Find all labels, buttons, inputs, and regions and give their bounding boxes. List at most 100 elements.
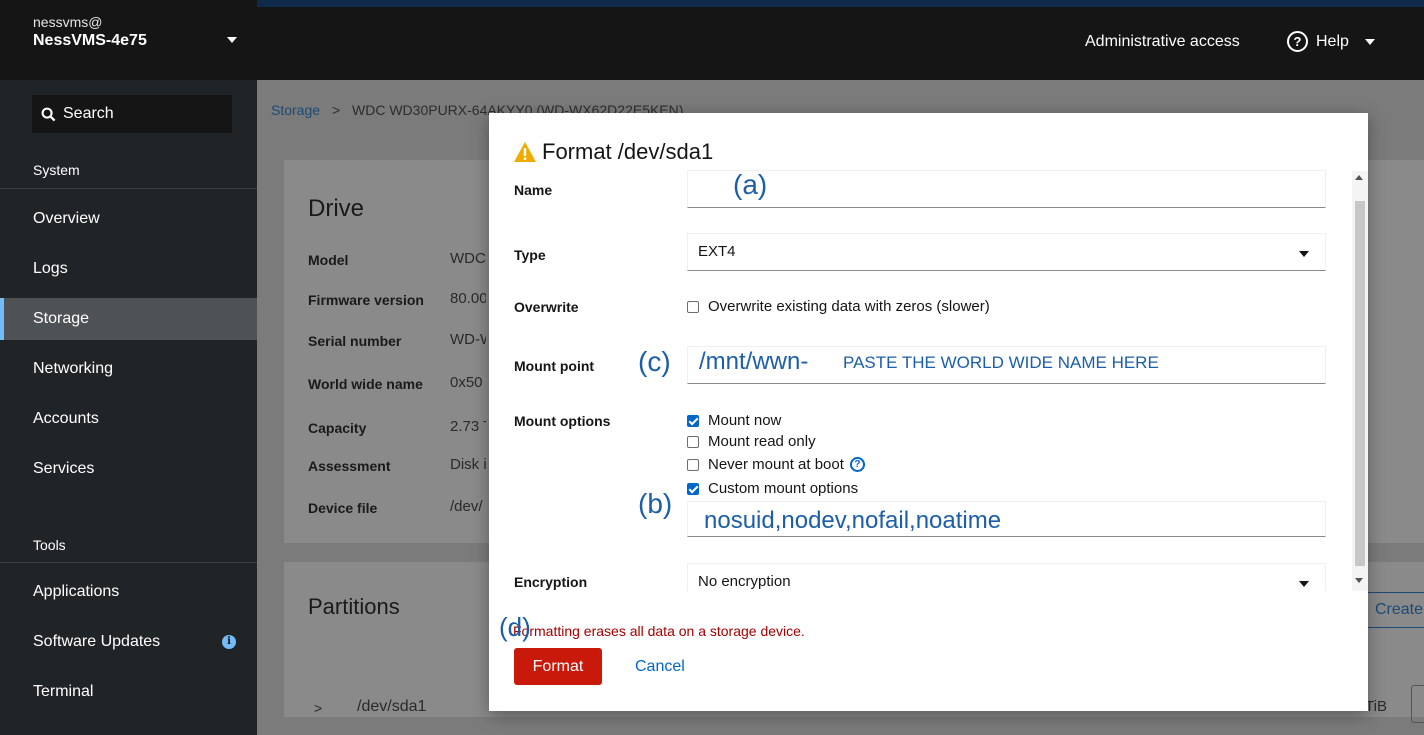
nav-section-system: System xyxy=(33,162,80,178)
scroll-up-icon[interactable] xyxy=(1355,175,1363,180)
never-mount-checkbox[interactable]: Never mount at boot ? xyxy=(687,456,865,473)
sidebar-item-label: Logs xyxy=(33,260,68,277)
mount-point-label: Mount point xyxy=(514,358,595,374)
type-value: EXT4 xyxy=(698,243,736,260)
name-input[interactable] xyxy=(687,170,1326,208)
sidebar-item-software-updates[interactable]: Software Updates i xyxy=(0,621,257,663)
checkbox-icon xyxy=(687,300,699,313)
drive-value: WD-W xyxy=(450,331,486,348)
custom-options-input[interactable]: nosuid,nodev,nofail,noatime xyxy=(687,501,1326,537)
chevron-down-icon xyxy=(227,37,237,43)
help-label: Help xyxy=(1316,32,1349,50)
create-partition-button[interactable]: Create xyxy=(1364,592,1424,628)
partitions-title: Partitions xyxy=(308,594,400,619)
mount-now-text: Mount now xyxy=(708,412,782,429)
sidebar-item-applications[interactable]: Applications xyxy=(0,571,257,613)
drive-value: /dev/ xyxy=(450,498,483,515)
mount-readonly-checkbox[interactable]: Mount read only xyxy=(687,433,816,450)
help-icon[interactable]: ? xyxy=(849,457,865,472)
sidebar-item-overview[interactable]: Overview xyxy=(0,198,257,240)
drive-key: Model xyxy=(308,252,349,268)
checkbox-checked-icon xyxy=(687,482,699,495)
search-label: Search xyxy=(63,105,114,122)
drive-value: 0x50 xyxy=(450,374,483,391)
chevron-down-icon xyxy=(1299,251,1309,257)
search-icon xyxy=(41,107,56,121)
mount-now-checkbox[interactable]: Mount now xyxy=(687,412,781,429)
sidebar-item-label: Applications xyxy=(33,583,120,600)
breadcrumb-separator: > xyxy=(331,102,341,118)
nav-divider xyxy=(0,562,257,563)
host-switcher[interactable]: nessvms@ NessVMS-4e75 xyxy=(0,0,257,80)
nav-divider xyxy=(0,188,257,189)
chevron-down-icon xyxy=(1299,581,1309,587)
annotation-b: (b) xyxy=(638,488,673,519)
help-menu[interactable]: ? Help xyxy=(1287,31,1375,52)
type-label: Type xyxy=(514,247,546,263)
drive-title: Drive xyxy=(308,195,365,222)
encryption-select[interactable]: No encryption xyxy=(687,563,1326,591)
breadcrumb-storage-link[interactable]: Storage xyxy=(271,102,320,118)
custom-options-text: Custom mount options xyxy=(708,480,859,497)
drive-key: Assessment xyxy=(308,458,391,474)
warning-icon xyxy=(514,142,536,162)
checkbox-checked-icon xyxy=(687,414,699,427)
masthead: Administrative access ? Help xyxy=(257,0,1424,80)
scroll-down-icon[interactable] xyxy=(1355,578,1363,583)
format-button[interactable]: Format xyxy=(514,648,602,685)
partition-menu-button[interactable] xyxy=(1411,685,1424,723)
host-user: nessvms@ xyxy=(33,14,103,30)
sidebar-item-label: Services xyxy=(33,460,95,477)
sidebar-item-label: Overview xyxy=(33,210,100,227)
host-name: NessVMS-4e75 xyxy=(33,32,147,49)
annotation-c: (c) xyxy=(638,346,671,377)
sidebar-item-accounts[interactable]: Accounts xyxy=(0,398,257,440)
cancel-button[interactable]: Cancel xyxy=(635,658,685,676)
chevron-right-icon[interactable]: > xyxy=(314,700,322,716)
help-icon: ? xyxy=(1287,31,1308,52)
encryption-label: Encryption xyxy=(514,574,588,590)
drive-key: Capacity xyxy=(308,420,367,436)
partition-size: TiB xyxy=(1365,698,1387,715)
mount-point-hint: PASTE THE WORLD WIDE NAME HERE xyxy=(843,353,1159,372)
name-label: Name xyxy=(514,182,553,198)
drive-value: 80.00 xyxy=(450,290,486,307)
checkbox-icon xyxy=(687,435,699,448)
admin-access-button[interactable]: Administrative access xyxy=(1085,33,1240,51)
custom-options-value: nosuid,nodev,nofail,noatime xyxy=(704,507,1002,534)
annotation-d: (d) xyxy=(499,612,531,642)
sidebar-item-storage[interactable]: Storage xyxy=(0,298,257,340)
encryption-value: No encryption xyxy=(698,573,791,590)
sidebar-item-label: Accounts xyxy=(33,410,99,427)
drive-value: WDC xyxy=(450,250,486,267)
drive-key: Firmware version xyxy=(308,292,424,308)
sidebar: nessvms@ NessVMS-4e75 Search System Over… xyxy=(0,0,257,735)
custom-options-checkbox[interactable]: Custom mount options xyxy=(687,480,858,497)
mount-point-input[interactable]: /mnt/wwn- PASTE THE WORLD WIDE NAME HERE xyxy=(687,346,1326,384)
type-select[interactable]: EXT4 xyxy=(687,233,1326,271)
dialog-title: Format /dev/sda1 xyxy=(513,139,713,165)
scrollbar-thumb[interactable] xyxy=(1355,201,1365,566)
sidebar-item-terminal[interactable]: Terminal xyxy=(0,671,257,713)
format-warning: Formatting erases all data on a storage … xyxy=(513,623,805,639)
checkbox-icon xyxy=(687,458,699,471)
mount-point-value: /mnt/wwn- xyxy=(699,348,809,375)
overwrite-checkbox[interactable]: Overwrite existing data with zeros (slow… xyxy=(687,298,990,315)
annotation-a: (a) xyxy=(733,169,768,200)
sidebar-item-label: Software Updates xyxy=(33,633,161,650)
drive-key: Serial number xyxy=(308,333,402,349)
drive-value: 2.73 T xyxy=(450,418,486,435)
partition-row-name: /dev/sda1 xyxy=(357,698,427,715)
info-icon: i xyxy=(222,635,236,649)
sidebar-item-networking[interactable]: Networking xyxy=(0,348,257,390)
overwrite-label: Overwrite xyxy=(514,299,579,315)
drive-key: World wide name xyxy=(308,376,423,392)
dialog-title-text: Format /dev/sda1 xyxy=(542,139,714,164)
sidebar-item-label: Terminal xyxy=(33,683,94,700)
nav-section-tools: Tools xyxy=(33,537,66,553)
sidebar-item-services[interactable]: Services xyxy=(0,448,257,490)
mount-readonly-text: Mount read only xyxy=(708,433,816,450)
mount-options-label: Mount options xyxy=(514,413,611,429)
sidebar-item-logs[interactable]: Logs xyxy=(0,248,257,290)
search-input[interactable]: Search xyxy=(32,95,232,133)
